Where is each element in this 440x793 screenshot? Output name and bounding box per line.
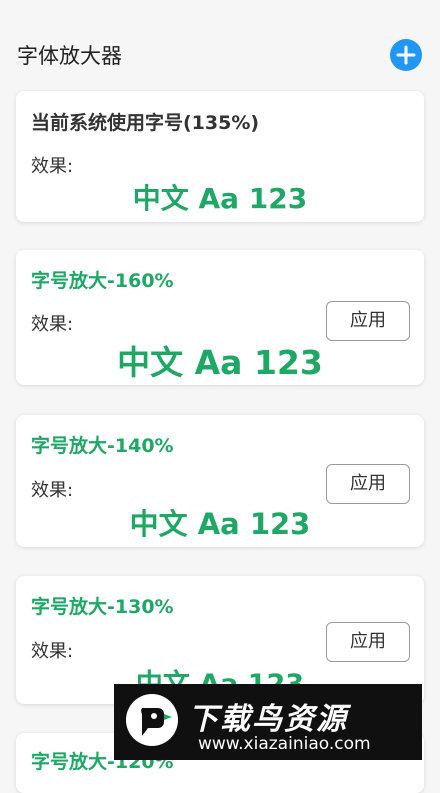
preview-text: 中文 Aa 123 bbox=[132, 182, 308, 215]
preset-title: 字号放大-130% bbox=[31, 596, 174, 618]
bird-logo-icon bbox=[126, 694, 178, 746]
apply-button[interactable]: 应用 bbox=[326, 622, 410, 662]
watermark-url: www.xiazainiao.com bbox=[198, 734, 371, 754]
current-font-card: 当前系统使用字号(135%) 效果: 中文 Aa 123 bbox=[16, 91, 424, 222]
effect-label: 效果: bbox=[31, 314, 74, 335]
apply-button[interactable]: 应用 bbox=[326, 301, 410, 341]
page-title: 字体放大器 bbox=[17, 44, 122, 68]
preview-text: 中文 Aa 123 bbox=[129, 507, 311, 541]
effect-label: 效果: bbox=[31, 641, 74, 662]
preset-title: 字号放大-160% bbox=[31, 270, 174, 292]
plus-icon bbox=[396, 45, 416, 65]
effect-label: 效果: bbox=[31, 480, 74, 501]
current-font-size-label: 当前系统使用字号(135%) bbox=[31, 112, 260, 134]
add-button[interactable] bbox=[390, 39, 422, 71]
preset-title: 字号放大-140% bbox=[31, 435, 174, 457]
app-header: 字体放大器 bbox=[0, 0, 440, 90]
watermark: 下载鸟资源 www.xiazainiao.com bbox=[114, 684, 422, 760]
preset-card-160: 字号放大-160% 效果: 应用 中文 Aa 123 bbox=[16, 250, 424, 385]
preview-text: 中文 Aa 123 bbox=[117, 343, 323, 382]
watermark-brand: 下载鸟资源 bbox=[188, 702, 348, 737]
apply-button[interactable]: 应用 bbox=[326, 464, 410, 504]
effect-label: 效果: bbox=[31, 156, 74, 177]
preset-card-140: 字号放大-140% 效果: 应用 中文 Aa 123 bbox=[16, 415, 424, 547]
